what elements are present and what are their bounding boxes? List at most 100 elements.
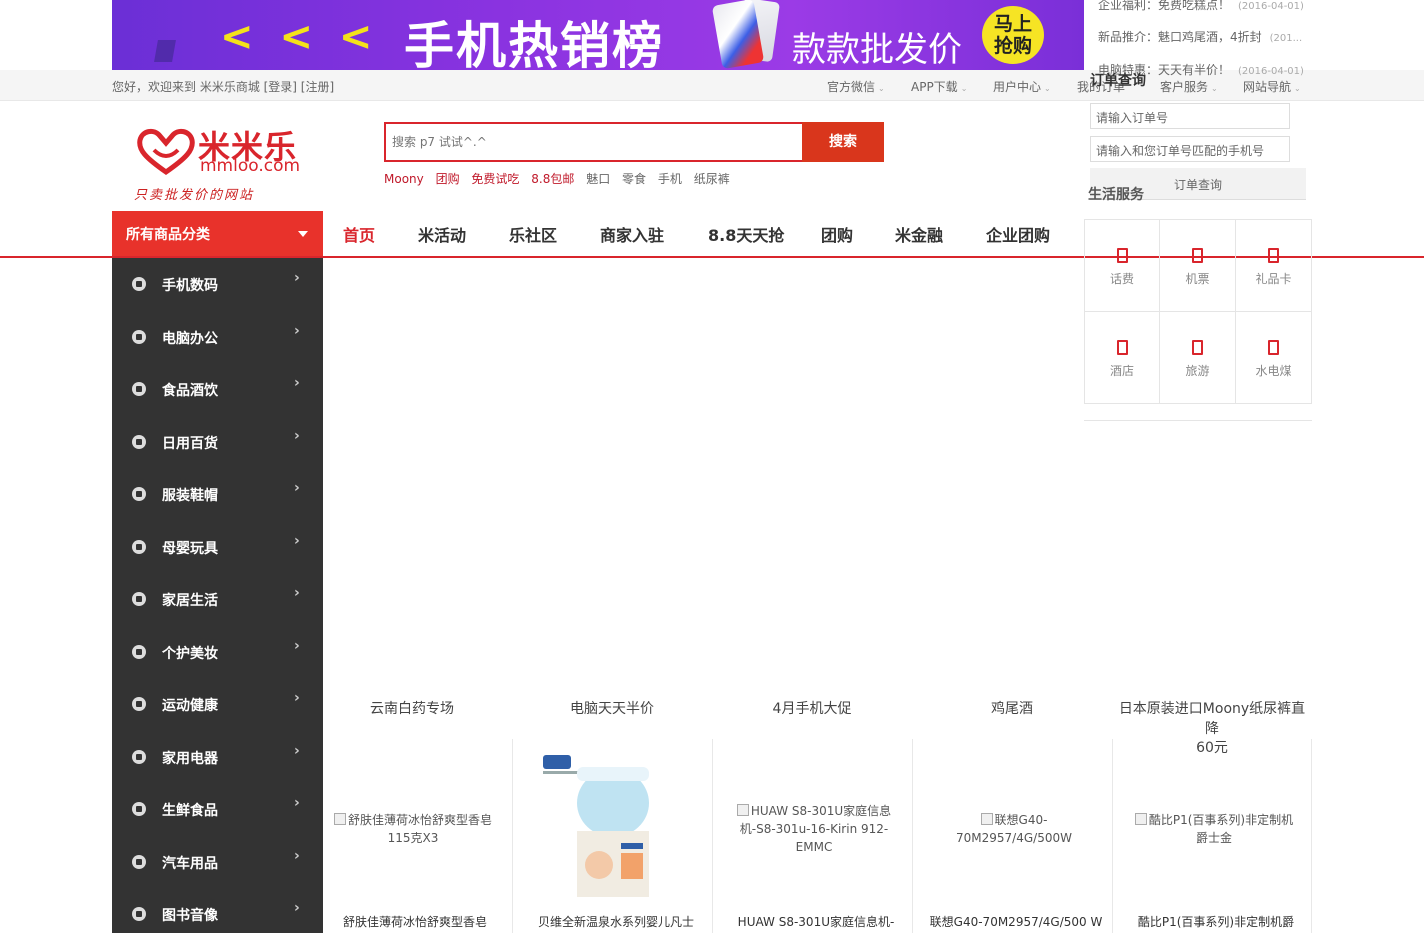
all-categories-label: 所有商品分类 <box>126 227 210 243</box>
category-label: 生鲜食品 <box>162 803 218 819</box>
category-label: 日用百货 <box>162 436 218 452</box>
service-gift-card[interactable]: 礼品卡 <box>1236 220 1312 312</box>
toplink-wechat[interactable]: 官方微信 ⌄ <box>827 78 885 95</box>
promo-link[interactable]: 云南白药专场 <box>312 698 512 718</box>
category-sports-health[interactable]: 运动健康 › <box>112 678 323 730</box>
order-number-field[interactable]: 请输入订单号 <box>1090 103 1290 129</box>
service-label: 水电煤 <box>1255 364 1292 378</box>
travel-icon <box>1192 340 1203 355</box>
nav-community[interactable]: 乐社区 <box>509 222 557 246</box>
product-name[interactable]: 联想G40-70M2957/4G/500 W <box>921 913 1111 930</box>
hotword-link[interactable]: 8.8包邮 <box>531 172 574 186</box>
product-alt-text: 联想G40-70M2957/4G/500W <box>956 813 1072 845</box>
top-banner[interactable]: < < < 手机热销榜 款款批发价 马上 抢购 <box>112 0 1084 70</box>
hotword-link[interactable]: 纸尿裤 <box>694 172 730 186</box>
toplink-customer-service[interactable]: 客户服务 ⌄ <box>1160 78 1218 95</box>
chevron-right-icon: › <box>294 795 300 811</box>
product-name[interactable]: 贝维全新温泉水系列婴儿凡士 <box>521 913 711 930</box>
nav-daily-deals[interactable]: 8.8天天抢 <box>708 222 784 246</box>
nav-merchant-join[interactable]: 商家入驻 <box>600 222 664 246</box>
welcome-text[interactable]: 您好，欢迎来到 米米乐商城 [登录] [注册] <box>112 78 334 95</box>
broken-image-icon <box>980 813 993 825</box>
hotword-link[interactable]: 团购 <box>436 172 460 186</box>
bottle-icon <box>132 435 146 449</box>
product-image-alt[interactable]: HUAW S8-301U家庭信息机-S8-301u-16-Kirin 912-E… <box>729 802 899 856</box>
promo-link[interactable]: 电脑天天半价 <box>512 698 712 718</box>
promo-link[interactable]: 4月手机大促 <box>712 698 912 718</box>
site-logo[interactable]: 米米乐 mmloo.com 只卖批发价的网站 <box>134 122 314 203</box>
all-categories-button[interactable]: 所有商品分类 <box>112 211 323 257</box>
service-phone-bill[interactable]: 话费 <box>1084 220 1160 312</box>
toplink-label: 用户中心 <box>993 80 1042 94</box>
service-flights[interactable]: 机票 <box>1160 220 1236 312</box>
notice-date: (201... <box>1269 33 1303 44</box>
book-icon <box>132 907 146 921</box>
product-image[interactable] <box>533 747 693 903</box>
category-food-drinks[interactable]: 食品酒饮 › <box>112 363 323 415</box>
banner-buy-now-badge[interactable]: 马上 抢购 <box>982 6 1044 64</box>
category-baby-toys[interactable]: 母婴玩具 › <box>112 521 323 573</box>
product-card[interactable]: 贝维全新温泉水系列婴儿凡士 <box>512 739 712 933</box>
category-label: 家用电器 <box>162 751 218 767</box>
hotword-link[interactable]: 零食 <box>622 172 646 186</box>
nav-finance[interactable]: 米金融 <box>895 222 943 246</box>
hotword-link[interactable]: 手机 <box>658 172 682 186</box>
service-label: 话费 <box>1109 272 1134 286</box>
category-label: 电脑办公 <box>162 331 218 347</box>
category-apparel[interactable]: 服装鞋帽 › <box>112 468 323 520</box>
product-alt-text: 舒肤佳薄荷冰怡舒爽型香皂115克X3 <box>347 813 492 845</box>
product-card[interactable]: 联想G40-70M2957/4G/500W 联想G40-70M2957/4G/5… <box>912 739 1112 933</box>
hotword-link[interactable]: 魅口 <box>586 172 610 186</box>
search-input[interactable] <box>386 124 804 160</box>
product-image-alt[interactable]: 舒肤佳薄荷冰怡舒爽型香皂115克X3 <box>328 811 498 847</box>
hotel-icon <box>1117 340 1128 355</box>
service-label: 旅游 <box>1185 364 1210 378</box>
product-alt-text: HUAW S8-301U家庭信息机-S8-301u-16-Kirin 912-E… <box>739 804 892 854</box>
food-icon <box>132 382 146 396</box>
product-image-alt[interactable]: 酷比P1(百事系列)非定制机爵士金 <box>1129 811 1299 847</box>
beauty-icon <box>132 645 146 659</box>
nav-home[interactable]: 首页 <box>343 222 375 246</box>
product-name[interactable]: HUAW S8-301U家庭信息机- <box>721 913 911 930</box>
nav-group-buy[interactable]: 团购 <box>821 222 853 246</box>
hotword-link[interactable]: 免费试吃 <box>471 172 519 186</box>
promo-link[interactable]: 鸡尾酒 <box>912 698 1112 718</box>
toplink-label: 网站导航 <box>1243 80 1292 94</box>
chevron-right-icon: › <box>294 743 300 759</box>
chevron-right-icon: › <box>294 428 300 444</box>
product-card[interactable]: 酷比P1(百事系列)非定制机爵士金 酷比P1(百事系列)非定制机爵 <box>1112 739 1312 933</box>
search-button[interactable]: 搜索 <box>802 122 884 162</box>
product-name[interactable]: 酷比P1(百事系列)非定制机爵 <box>1121 913 1311 930</box>
category-computer-office[interactable]: 电脑办公 › <box>112 311 323 363</box>
product-name[interactable]: 舒肤佳薄荷冰怡舒爽型香皂 <box>320 913 510 930</box>
toplink-app[interactable]: APP下载 ⌄ <box>911 78 967 95</box>
order-phone-field[interactable]: 请输入和您订单号匹配的手机号 <box>1090 136 1290 162</box>
category-phones-digital[interactable]: 手机数码 › <box>112 258 323 310</box>
notice-date: (2016-04-01) <box>1238 1 1304 12</box>
toplink-label: 客户服务 <box>1160 80 1209 94</box>
category-label: 母婴玩具 <box>162 541 218 557</box>
notice-item[interactable]: 新品推介：魅口鸡尾酒，4折封 (201... <box>1098 28 1302 45</box>
category-auto[interactable]: 汽车用品 › <box>112 836 323 888</box>
category-fresh-food[interactable]: 生鲜食品 › <box>112 783 323 835</box>
notice-item[interactable]: 企业福利：免费吃糕点！ (2016-04-01) <box>1098 0 1304 13</box>
fresh-food-icon <box>132 802 146 816</box>
nav-enterprise-group-buy[interactable]: 企业团购 <box>986 222 1050 246</box>
hotword-link[interactable]: Moony <box>384 172 424 186</box>
nav-mi-activity[interactable]: 米活动 <box>418 222 466 246</box>
category-beauty[interactable]: 个护美妆 › <box>112 626 323 678</box>
category-appliances[interactable]: 家用电器 › <box>112 731 323 783</box>
promo-link[interactable]: 日本原装进口Moony纸尿裤直降 <box>1112 698 1312 738</box>
category-books-media[interactable]: 图书音像 › <box>112 888 323 940</box>
product-image-alt[interactable]: 联想G40-70M2957/4G/500W <box>929 811 1099 847</box>
service-label: 机票 <box>1185 272 1210 286</box>
toplink-user-center[interactable]: 用户中心 ⌄ <box>993 78 1051 95</box>
service-hotel[interactable]: 酒店 <box>1084 312 1160 404</box>
service-travel[interactable]: 旅游 <box>1160 312 1236 404</box>
product-card[interactable]: 舒肤佳薄荷冰怡舒爽型香皂115克X3 舒肤佳薄荷冰怡舒爽型香皂 <box>312 739 512 933</box>
service-utilities[interactable]: 水电煤 <box>1236 312 1312 404</box>
category-daily-goods[interactable]: 日用百货 › <box>112 416 323 468</box>
category-home-living[interactable]: 家居生活 › <box>112 573 323 625</box>
toplink-site-nav[interactable]: 网站导航 ⌄ <box>1243 78 1301 95</box>
product-card[interactable]: HUAW S8-301U家庭信息机-S8-301u-16-Kirin 912-E… <box>712 739 912 933</box>
